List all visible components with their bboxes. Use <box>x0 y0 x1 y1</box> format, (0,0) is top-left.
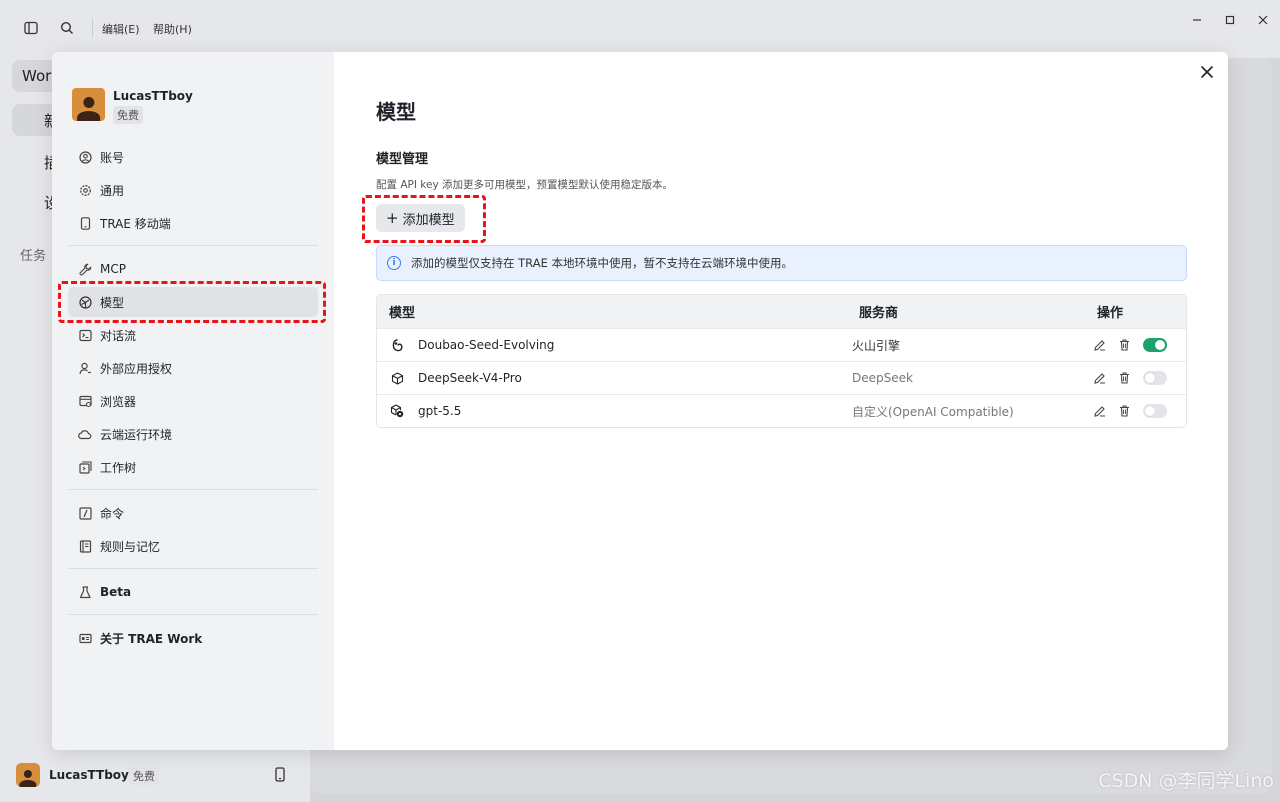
nav-label: 外部应用授权 <box>100 361 173 376</box>
mobile-icon <box>78 216 92 230</box>
nav-label: 通用 <box>100 183 125 198</box>
model-provider: 火山引擎 <box>852 338 901 353</box>
nav-divider <box>68 489 318 490</box>
search-icon[interactable] <box>57 18 77 38</box>
user-auth-icon <box>78 361 92 375</box>
nav-label: 云端运行环境 <box>100 427 173 442</box>
gear-icon <box>78 183 92 197</box>
cube-icon <box>390 371 404 385</box>
nav-item-cloud-env[interactable]: 云端运行环境 <box>68 419 318 449</box>
bottom-user-name: LucasTTboy <box>49 768 129 782</box>
nav-label: 对话流 <box>100 328 137 343</box>
watermark: CSDN @李同学Lino <box>1098 770 1274 792</box>
section-description: 配置 API key 添加更多可用模型，预置模型默认使用稳定版本。 <box>376 179 674 191</box>
nav-label: 规则与记忆 <box>100 539 161 554</box>
enable-toggle[interactable] <box>1143 338 1167 352</box>
nav-item-browser[interactable]: 浏览器 <box>68 386 318 416</box>
mobile-icon[interactable] <box>273 767 287 783</box>
bottom-user-badge: 免费 <box>129 767 159 785</box>
maximize-icon[interactable] <box>1222 12 1238 28</box>
nav-divider <box>68 614 318 615</box>
menu-edit[interactable]: 编辑(E) <box>102 21 140 37</box>
model-name: gpt-5.5 <box>418 404 462 418</box>
nav-item-worktree[interactable]: 工作树 <box>68 452 318 482</box>
menu-help[interactable]: 帮助(H) <box>153 21 192 37</box>
command-icon <box>78 506 92 520</box>
highlight-nav-models <box>58 281 326 323</box>
edit-icon[interactable] <box>1093 338 1107 352</box>
window-close-icon[interactable] <box>1255 12 1271 28</box>
nav-label: 浏览器 <box>100 394 137 409</box>
header-actions: 操作 <box>1097 306 1124 321</box>
model-name: Doubao-Seed-Evolving <box>418 338 555 352</box>
nav-label: 工作树 <box>100 460 137 475</box>
info-text: 添加的模型仅支持在 TRAE 本地环境中使用，暂不支持在云端环境中使用。 <box>411 256 793 270</box>
page-title: 模型 <box>376 100 416 124</box>
nav-label: Beta <box>100 585 132 599</box>
model-provider: DeepSeek <box>852 371 913 385</box>
nav-item-commands[interactable]: 命令 <box>68 498 318 528</box>
wrench-icon <box>78 262 92 276</box>
cube-settings-icon <box>390 404 404 418</box>
info-notice: i 添加的模型仅支持在 TRAE 本地环境中使用，暂不支持在云端环境中使用。 <box>376 245 1187 281</box>
edit-icon[interactable] <box>1093 371 1107 385</box>
close-icon[interactable] <box>1200 64 1216 80</box>
profile-name: LucasTTboy <box>113 89 193 103</box>
highlight-add-model <box>362 195 486 243</box>
browser-icon <box>78 394 92 408</box>
cloud-icon <box>78 427 92 441</box>
sidebar-toggle-icon[interactable] <box>21 18 41 38</box>
trash-icon[interactable] <box>1117 404 1131 418</box>
table-row: Doubao-Seed-Evolving 火山引擎 <box>377 328 1186 361</box>
header-provider: 服务商 <box>859 306 899 321</box>
info-card-icon <box>78 631 92 645</box>
settings-sidebar: LucasTTboy 免费 账号 通用 TRAE 移动端 MCP 模型 对话流 <box>52 52 334 750</box>
book-icon <box>78 539 92 553</box>
nav-divider <box>68 568 318 569</box>
tree-icon <box>78 460 92 474</box>
enable-toggle[interactable] <box>1143 371 1167 385</box>
model-name: DeepSeek-V4-Pro <box>418 371 522 385</box>
doubao-icon <box>390 338 404 352</box>
nav-label: TRAE 移动端 <box>100 216 171 231</box>
section-label: 任务 <box>20 248 47 264</box>
nav-label: MCP <box>100 262 126 276</box>
enable-toggle[interactable] <box>1143 404 1167 418</box>
nav-label: 账号 <box>100 150 125 165</box>
nav-item-account[interactable]: 账号 <box>68 142 318 172</box>
table-header: 模型 服务商 操作 <box>377 295 1186 328</box>
nav-item-mobile[interactable]: TRAE 移动端 <box>68 208 318 238</box>
toolbar-divider <box>92 19 93 37</box>
nav-label: 命令 <box>100 506 125 521</box>
table-row: gpt-5.5 自定义(OpenAI Compatible) <box>377 394 1186 427</box>
nav-item-dialog-flow[interactable]: 对话流 <box>68 320 318 350</box>
model-table: 模型 服务商 操作 Doubao-Seed-Evolving 火山引擎 Deep… <box>376 294 1187 428</box>
nav-item-beta[interactable]: Beta <box>68 577 318 607</box>
nav-item-mcp[interactable]: MCP <box>68 254 318 284</box>
nav-item-rules-memory[interactable]: 规则与记忆 <box>68 531 318 561</box>
settings-modal: LucasTTboy 免费 账号 通用 TRAE 移动端 MCP 模型 对话流 <box>52 52 1228 750</box>
flask-icon <box>78 585 92 599</box>
title-bar: 编辑(E) 帮助(H) <box>0 0 1280 58</box>
nav-item-about[interactable]: 关于 TRAE Work <box>68 623 318 653</box>
terminal-icon <box>78 328 92 342</box>
nav-divider <box>68 245 318 246</box>
nav-label: 关于 TRAE Work <box>100 631 203 646</box>
section-title: 模型管理 <box>376 152 429 167</box>
header-model: 模型 <box>389 306 416 321</box>
model-provider: 自定义(OpenAI Compatible) <box>852 404 1014 419</box>
avatar[interactable] <box>16 763 40 787</box>
avatar <box>72 88 105 121</box>
user-circle-icon <box>78 150 92 164</box>
minimize-icon[interactable] <box>1189 12 1205 28</box>
trash-icon[interactable] <box>1117 338 1131 352</box>
edit-icon[interactable] <box>1093 404 1107 418</box>
plan-badge: 免费 <box>113 106 143 124</box>
nav-item-external-auth[interactable]: 外部应用授权 <box>68 353 318 383</box>
info-icon: i <box>387 256 401 270</box>
nav-item-general[interactable]: 通用 <box>68 175 318 205</box>
settings-content: 模型 模型管理 配置 API key 添加更多可用模型，预置模型默认使用稳定版本… <box>334 52 1228 750</box>
table-row: DeepSeek-V4-Pro DeepSeek <box>377 361 1186 394</box>
trash-icon[interactable] <box>1117 371 1131 385</box>
